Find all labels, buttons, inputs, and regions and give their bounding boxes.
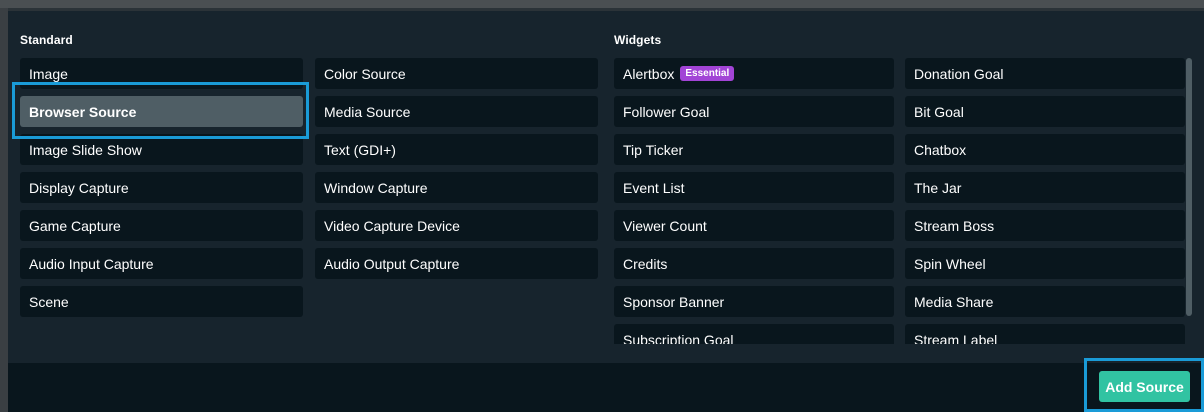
widget-item-stream-boss[interactable]: Stream Boss <box>905 210 1185 241</box>
widget-item-label: Follower Goal <box>623 103 710 120</box>
widget-item-stream-label[interactable]: Stream Label <box>905 324 1185 344</box>
source-item-label: Video Capture Device <box>324 217 460 234</box>
source-item-text-gdi[interactable]: Text (GDI+) <box>315 134 598 165</box>
source-item-label: Text (GDI+) <box>324 141 396 158</box>
widget-item-media-share[interactable]: Media Share <box>905 286 1185 317</box>
widget-item-bit-goal[interactable]: Bit Goal <box>905 96 1185 127</box>
source-item-label: Display Capture <box>29 179 129 196</box>
widgets-column-1: Alertbox Essential Follower Goal Tip Tic… <box>614 58 894 344</box>
source-item-label: Image Slide Show <box>29 141 142 158</box>
widget-item-label: The Jar <box>914 179 962 196</box>
standard-column-1: Image Browser Source Image Slide Show Di… <box>20 58 303 317</box>
widgets-column-2: Donation Goal Bit Goal Chatbox The Jar S… <box>905 58 1185 344</box>
widget-item-tip-ticker[interactable]: Tip Ticker <box>614 134 894 165</box>
widget-item-label: Stream Boss <box>914 217 995 234</box>
widget-item-label: Viewer Count <box>623 217 707 234</box>
widget-item-label: Stream Label <box>914 331 998 345</box>
widget-item-the-jar[interactable]: The Jar <box>905 172 1185 203</box>
widget-item-label: Sponsor Banner <box>623 293 725 310</box>
widget-item-subscription-goal[interactable]: Subscription Goal <box>614 324 894 344</box>
widget-item-label: Tip Ticker <box>623 141 684 158</box>
standard-section-title: Standard <box>20 33 73 47</box>
widget-item-viewer-count[interactable]: Viewer Count <box>614 210 894 241</box>
widget-item-credits[interactable]: Credits <box>614 248 894 279</box>
source-item-scene[interactable]: Scene <box>20 286 303 317</box>
add-source-button[interactable]: Add Source <box>1099 371 1190 402</box>
essential-badge: Essential <box>680 66 735 81</box>
source-item-label: Media Source <box>324 103 411 120</box>
widget-item-label: Alertbox <box>623 65 675 82</box>
source-item-audio-input-capture[interactable]: Audio Input Capture <box>20 248 303 279</box>
source-item-label: Audio Input Capture <box>29 255 154 272</box>
widgets-section-title: Widgets <box>614 33 662 47</box>
widget-item-label: Subscription Goal <box>623 331 734 345</box>
window-left-edge <box>0 8 8 412</box>
source-item-image[interactable]: Image <box>20 58 303 89</box>
widget-item-label: Donation Goal <box>914 65 1004 82</box>
widget-item-label: Credits <box>623 255 668 272</box>
source-item-color-source[interactable]: Color Source <box>315 58 598 89</box>
source-item-image-slide-show[interactable]: Image Slide Show <box>20 134 303 165</box>
source-item-display-capture[interactable]: Display Capture <box>20 172 303 203</box>
widget-item-chatbox[interactable]: Chatbox <box>905 134 1185 165</box>
widget-item-donation-goal[interactable]: Donation Goal <box>905 58 1185 89</box>
source-item-label: Audio Output Capture <box>324 255 460 272</box>
source-item-label: Browser Source <box>29 103 137 120</box>
source-item-label: Window Capture <box>324 179 428 196</box>
widget-item-alertbox[interactable]: Alertbox Essential <box>614 58 894 89</box>
widget-item-spin-wheel[interactable]: Spin Wheel <box>905 248 1185 279</box>
widget-item-sponsor-banner[interactable]: Sponsor Banner <box>614 286 894 317</box>
widget-item-label: Bit Goal <box>914 103 964 120</box>
window-top-bar <box>0 0 1204 8</box>
source-item-audio-output-capture[interactable]: Audio Output Capture <box>315 248 598 279</box>
widget-item-label: Chatbox <box>914 141 967 158</box>
source-item-browser-source[interactable]: Browser Source <box>20 96 303 127</box>
widget-item-label: Media Share <box>914 293 994 310</box>
widgets-list: Alertbox Essential Follower Goal Tip Tic… <box>614 58 1194 344</box>
widget-item-label: Spin Wheel <box>914 255 986 272</box>
source-item-window-capture[interactable]: Window Capture <box>315 172 598 203</box>
source-item-label: Scene <box>29 293 69 310</box>
widget-item-follower-goal[interactable]: Follower Goal <box>614 96 894 127</box>
source-item-video-capture-device[interactable]: Video Capture Device <box>315 210 598 241</box>
standard-column-2: Color Source Media Source Text (GDI+) Wi… <box>315 58 598 279</box>
panel-top-border <box>8 8 1204 11</box>
source-item-label: Image <box>29 65 68 82</box>
source-item-label: Game Capture <box>29 217 121 234</box>
widget-item-event-list[interactable]: Event List <box>614 172 894 203</box>
source-item-label: Color Source <box>324 65 406 82</box>
source-item-media-source[interactable]: Media Source <box>315 96 598 127</box>
dialog-footer <box>8 363 1204 412</box>
source-item-game-capture[interactable]: Game Capture <box>20 210 303 241</box>
widget-item-label: Event List <box>623 179 685 196</box>
widgets-scrollbar[interactable] <box>1186 58 1192 316</box>
